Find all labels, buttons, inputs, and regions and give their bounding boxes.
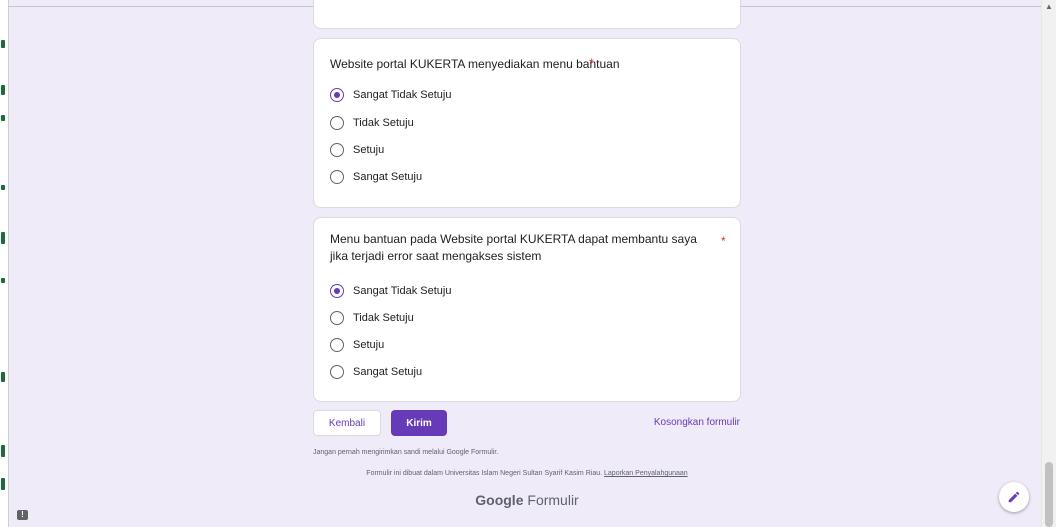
left-window-strip [0, 0, 9, 527]
created-in-text: Formulir ini dibuat dalam Universitas Is… [366, 470, 603, 477]
report-abuse-link[interactable]: Laporkan Penyalahgunaan [604, 470, 688, 477]
radio-option-setuju[interactable]: Setuju [330, 140, 384, 160]
radio-option-tidak-setuju[interactable]: Tidak Setuju [330, 113, 414, 133]
scrollbar[interactable]: ▲ [1041, 0, 1056, 527]
radio-unchecked-icon[interactable] [330, 170, 344, 184]
radio-unchecked-icon[interactable] [330, 116, 344, 130]
radio-checked-icon[interactable] [330, 284, 344, 298]
radio-unchecked-icon[interactable] [330, 311, 344, 325]
radio-checked-icon[interactable] [330, 88, 344, 102]
clear-form-button[interactable]: Kosongkan formulir [654, 417, 740, 428]
google-forms-logo[interactable]: Google Formulir [313, 492, 741, 508]
strip-mark [1, 115, 5, 121]
radio-unchecked-icon[interactable] [330, 338, 344, 352]
brand-product: Formulir [527, 492, 579, 508]
footer-credit: Formulir ini dibuat dalam Universitas Is… [313, 470, 741, 477]
radio-option-sangat-tidak-setuju[interactable]: Sangat Tidak Setuju [330, 85, 451, 105]
edit-button[interactable] [999, 482, 1029, 512]
strip-mark [1, 478, 5, 490]
strip-mark [1, 445, 5, 457]
required-asterisk: * [589, 56, 594, 70]
question-card-1: Website portal KUKERTA menyediakan menu … [313, 38, 741, 208]
previous-question-card [313, 0, 741, 29]
option-label: Setuju [353, 339, 385, 351]
strip-mark [1, 85, 5, 95]
report-icon[interactable]: ! [17, 510, 28, 520]
strip-mark [1, 278, 5, 283]
option-label: Sangat Tidak Setuju [353, 285, 452, 297]
scroll-up-arrow-icon[interactable]: ▲ [1045, 2, 1053, 12]
question-card-2: Menu bantuan pada Website portal KUKERTA… [313, 217, 741, 402]
radio-option-setuju[interactable]: Setuju [330, 335, 384, 355]
strip-mark [1, 232, 5, 244]
radio-option-sangat-tidak-setuju[interactable]: Sangat Tidak Setuju [330, 281, 451, 301]
pencil-icon [1008, 491, 1020, 503]
question-title: Menu bantuan pada Website portal KUKERTA… [330, 232, 697, 263]
radio-unchecked-icon[interactable] [330, 143, 344, 157]
option-label: Sangat Setuju [353, 171, 423, 183]
scrollbar-thumb[interactable] [1045, 462, 1053, 527]
radio-unchecked-icon[interactable] [330, 365, 344, 379]
back-button[interactable]: Kembali [313, 410, 381, 436]
strip-mark [1, 372, 5, 382]
option-label: Tidak Setuju [353, 117, 414, 129]
option-label: Sangat Tidak Setuju [353, 89, 452, 101]
option-label: Sangat Setuju [353, 366, 423, 378]
strip-mark [1, 40, 5, 48]
submit-button[interactable]: Kirim [391, 410, 447, 436]
required-asterisk: * [721, 234, 726, 248]
radio-option-tidak-setuju[interactable]: Tidak Setuju [330, 308, 414, 328]
brand-google: Google [475, 492, 524, 508]
option-label: Tidak Setuju [353, 312, 414, 324]
question-title: Website portal KUKERTA menyediakan menu … [330, 57, 620, 71]
password-warning: Jangan pernah mengirimkan sandi melalui … [313, 449, 499, 456]
radio-option-sangat-setuju[interactable]: Sangat Setuju [330, 362, 422, 382]
radio-option-sangat-setuju[interactable]: Sangat Setuju [330, 167, 422, 187]
option-label: Setuju [353, 144, 385, 156]
strip-mark [1, 185, 5, 190]
